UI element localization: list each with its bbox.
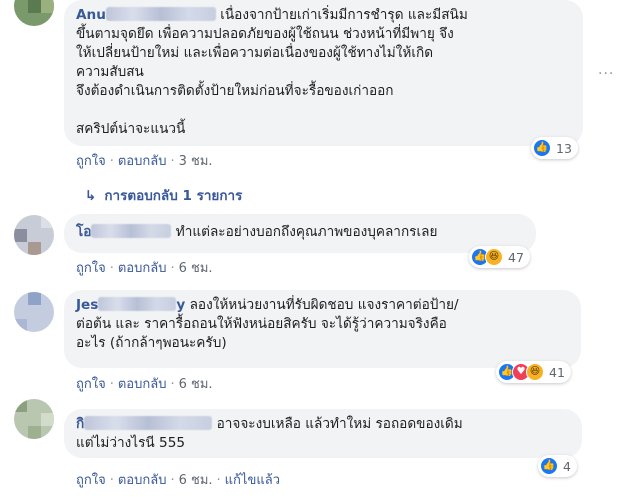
comment-text: แต่ไม่ว่างไรนี 555: [76, 435, 185, 451]
like-link[interactable]: ถูกใจ: [76, 261, 106, 276]
reply-link[interactable]: ตอบกลับ: [118, 377, 167, 392]
like-link[interactable]: ถูกใจ: [76, 377, 106, 392]
comment-text: ให้เปลี่ยนป้ายใหม่ และเพื่อความต่อเนื่อง…: [76, 45, 434, 61]
haha-icon: 😆: [485, 248, 503, 266]
reaction-summary[interactable]: 👍 13: [531, 137, 578, 159]
reaction-count: 47: [508, 249, 524, 265]
comment-time[interactable]: 6 ชม.: [179, 261, 213, 276]
reply-link[interactable]: ตอบกลับ: [118, 473, 167, 488]
comment-actions: ถูกใจ · ตอบกลับ · 6 ชม. · แก้ไขแล้ว: [76, 473, 280, 488]
edited-link[interactable]: แก้ไขแล้ว: [225, 473, 280, 488]
comment-text: ความสับสน: [76, 64, 144, 80]
view-replies-link[interactable]: ↳ การตอบกลับ 1 รายการ: [85, 184, 242, 206]
comment-author[interactable]: Jes y: [76, 297, 185, 313]
reply-link[interactable]: ตอบกลับ: [118, 154, 167, 169]
reaction-count: 13: [556, 140, 572, 156]
more-options-icon[interactable]: ···: [598, 66, 614, 82]
reaction-summary[interactable]: 👍 4: [538, 455, 577, 477]
comment-text: จึงต้องดำเนินการติดตั้งป้ายใหม่ก่อนที่จะ…: [76, 83, 394, 99]
reaction-count: 41: [549, 364, 565, 380]
comment-bubble: กิ อาจจะงบเหลือ แล้วทำใหม่ รอถอดของเดิม …: [64, 409, 582, 458]
reaction-summary[interactable]: 👍 😆 47: [469, 246, 530, 268]
comment-text: อะไร (ถ้ากล้าๆพอนะครับ): [76, 335, 227, 351]
like-link[interactable]: ถูกใจ: [76, 154, 106, 169]
comment-text: อาจจะงบเหลือ แล้วทำใหม่ รอถอดของเดิม: [216, 416, 463, 432]
comment-text: ลองให้หน่วยงานที่รับผิดชอบ แจงราคาต่อป้า…: [189, 297, 459, 313]
like-icon: 👍: [540, 457, 558, 475]
avatar[interactable]: [14, 399, 54, 439]
comment-bubble: Jes y ลองให้หน่วยงานที่รับผิดชอบ แจงราคาต…: [64, 290, 581, 368]
comment-author[interactable]: โอ: [76, 224, 172, 240]
like-link[interactable]: ถูกใจ: [76, 473, 106, 488]
avatar[interactable]: [14, 215, 54, 255]
comment-text: ทำแต่ละอย่างบอกถึงคุณภาพของบุคลากรเลย: [175, 224, 438, 240]
reply-link[interactable]: ตอบกลับ: [118, 261, 167, 276]
comment-time[interactable]: 3 ชม.: [179, 154, 213, 169]
comment-text: ขึ้นตามจุดยึด เพื่อความปลอดภัยของผู้ใช้ถ…: [76, 26, 454, 42]
avatar[interactable]: [14, 292, 54, 332]
comment-time[interactable]: 6 ชม.: [179, 377, 213, 392]
comment-bubble: Anu เนื่องจากป้ายเก่าเริ่มมีการชำรุด และ…: [64, 0, 583, 146]
comment-bubble: โอ ทำแต่ละอย่างบอกถึงคุณภาพของบุคลากรเลย: [64, 214, 536, 253]
comment-text: ต่อต้น และ ราคารื้อถอนให้ฟังหน่อยสิครับ …: [76, 316, 447, 332]
reaction-summary[interactable]: 👍 ♥ 😆 41: [496, 361, 571, 383]
comment-author[interactable]: Anu: [76, 7, 216, 23]
comment-actions: ถูกใจ · ตอบกลับ · 6 ชม.: [76, 377, 213, 392]
comment-author[interactable]: กิ: [76, 416, 213, 432]
avatar[interactable]: [14, 0, 54, 26]
haha-icon: 😆: [526, 363, 544, 381]
comment-text: สคริปต์น่าจะแนวนี้: [76, 121, 186, 137]
comment-text: เนื่องจากป้ายเก่าเริ่มมีการชำรุด และมีสน…: [220, 7, 468, 23]
reply-arrow-icon: ↳: [85, 188, 97, 204]
like-icon: 👍: [533, 139, 551, 157]
reaction-count: 4: [563, 458, 571, 474]
comment-actions: ถูกใจ · ตอบกลับ · 3 ชม.: [76, 154, 213, 169]
comment-actions: ถูกใจ · ตอบกลับ · 6 ชม.: [76, 261, 213, 276]
comment-time[interactable]: 6 ชม.: [179, 473, 213, 488]
